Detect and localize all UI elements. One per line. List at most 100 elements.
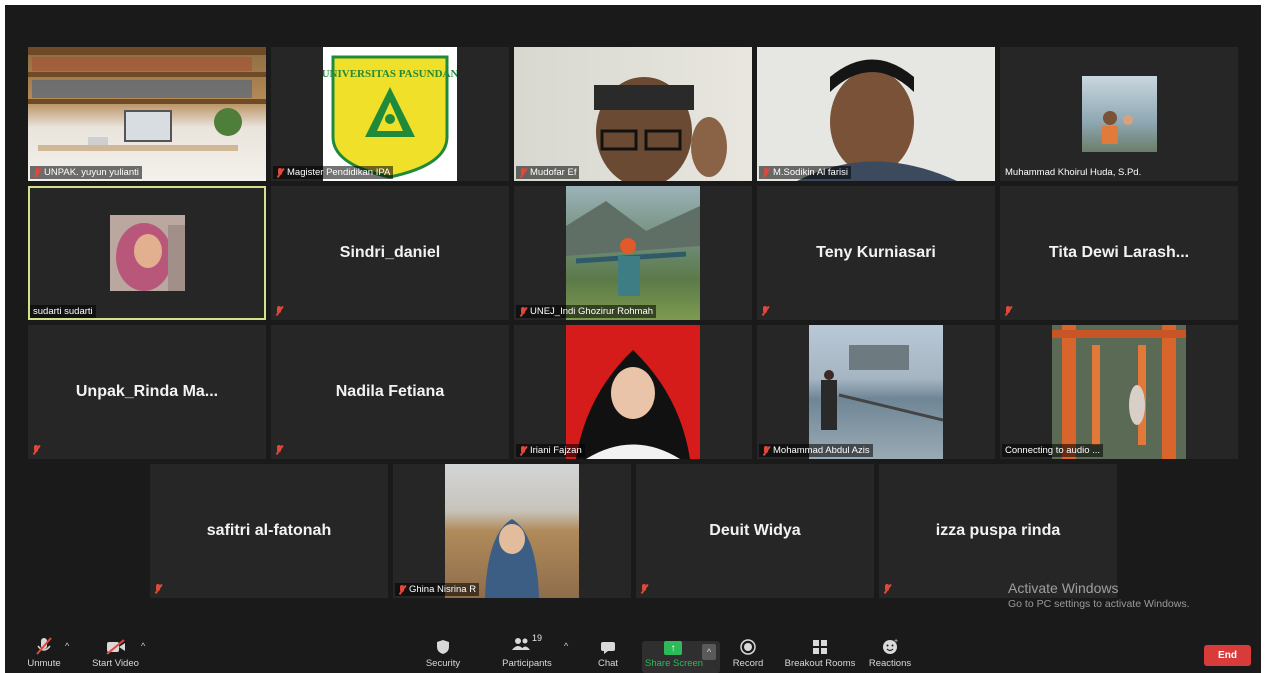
- microphone-muted-icon: [33, 167, 41, 178]
- chat-icon: [593, 633, 623, 655]
- participants-options-chevron-icon[interactable]: ^: [564, 641, 568, 651]
- participant-tile[interactable]: izza puspa rinda: [879, 464, 1117, 598]
- participant-name-label: Magister Pendidikan IPA: [273, 166, 394, 179]
- participant-tile[interactable]: UNPAK. yuyun yulianti: [28, 47, 266, 181]
- participant-name: Deuit Widya: [709, 522, 801, 539]
- person-video: [594, 77, 727, 181]
- participant-name-label: Mohammad Abdul Azis: [759, 444, 873, 457]
- person-photo: [821, 345, 943, 430]
- participant-name: Sindri_daniel: [339, 244, 441, 261]
- microphone-muted-icon: [762, 167, 770, 178]
- profile-picture: UNIVERSITAS PASUNDAN: [323, 47, 457, 181]
- person-photo: [485, 519, 539, 598]
- participant-name: izza puspa rinda: [935, 522, 1061, 539]
- video-feed: [514, 47, 752, 181]
- microphone-muted-icon: [640, 584, 648, 594]
- participant-tile[interactable]: Deuit Widya: [636, 464, 874, 598]
- profile-picture: [566, 325, 700, 459]
- microphone-muted-icon: [276, 167, 284, 178]
- participant-tile[interactable]: Unpak_Rinda Ma...: [28, 325, 266, 459]
- participant-name: Teny Kurniasari: [816, 244, 936, 261]
- end-meeting-button[interactable]: End: [1204, 645, 1251, 666]
- participant-tile[interactable]: Nadila Fetiana: [271, 325, 509, 459]
- participants-icon: 19: [499, 633, 555, 655]
- video-feed: [28, 47, 266, 181]
- profile-picture: [566, 186, 700, 320]
- microphone-muted-icon: [275, 445, 283, 455]
- microphone-muted-icon: [519, 167, 527, 178]
- share-screen-options-chevron-icon[interactable]: ^: [702, 644, 716, 660]
- microphone-muted-icon: [398, 584, 406, 595]
- profile-picture: [445, 464, 579, 598]
- participants-count: 19: [531, 633, 542, 643]
- participant-name-label: Mudofar Ef: [516, 166, 580, 179]
- zoom-meeting-window: UNPAK. yuyun yulianti UNIVERSITAS PASUND…: [5, 5, 1261, 673]
- microphone-muted-icon: [19, 633, 69, 655]
- record-button[interactable]: Record: [729, 633, 767, 673]
- person-photo: [566, 201, 700, 296]
- profile-picture: [1052, 325, 1186, 459]
- audio-options-chevron-icon[interactable]: ^: [65, 641, 69, 651]
- person-photo: [1102, 111, 1133, 144]
- participant-tile[interactable]: Teny Kurniasari: [757, 186, 995, 320]
- participants-button[interactable]: 19 Participants: [499, 633, 555, 673]
- participant-tile[interactable]: Mudofar Ef: [514, 47, 752, 181]
- person-photo: [576, 350, 690, 459]
- participant-name: Nadila Fetiana: [335, 383, 445, 400]
- breakout-rooms-icon: [783, 633, 857, 655]
- participant-name-label: Ghina Nisrina R: [395, 583, 480, 596]
- video-options-chevron-icon[interactable]: ^: [141, 641, 145, 651]
- video-off-icon: [88, 633, 143, 655]
- microphone-muted-icon: [1004, 306, 1012, 316]
- security-button[interactable]: Security: [421, 633, 465, 673]
- participant-tile[interactable]: Muhammad Khoirul Huda, S.Pd.: [1000, 47, 1238, 181]
- participant-tile-active-speaker[interactable]: sudarti sudarti: [28, 186, 266, 320]
- share-screen-icon: ↑: [664, 641, 682, 655]
- participant-tile[interactable]: UNEJ_Indi Ghozirur Rohmah: [514, 186, 752, 320]
- participant-name-label: UNEJ_Indi Ghozirur Rohmah: [516, 305, 657, 318]
- participant-tile[interactable]: Ghina Nisrina R: [393, 464, 631, 598]
- profile-picture: [110, 215, 185, 291]
- participant-name-label: Iriani Fajzan: [516, 444, 585, 457]
- participant-name-label: UNPAK. yuyun yulianti: [30, 166, 142, 179]
- participant-tile[interactable]: Connecting to audio ...: [1000, 325, 1238, 459]
- reactions-button[interactable]: + Reactions: [867, 633, 913, 673]
- video-feed: [757, 47, 995, 181]
- profile-picture: [1082, 76, 1157, 152]
- record-icon: [729, 633, 767, 655]
- participant-tile[interactable]: Iriani Fajzan: [514, 325, 752, 459]
- participant-name-label: Connecting to audio ...: [1002, 444, 1104, 457]
- microphone-muted-icon: [275, 306, 283, 316]
- breakout-rooms-button[interactable]: Breakout Rooms: [783, 633, 857, 673]
- reactions-icon: +: [867, 633, 913, 655]
- university-logo: UNIVERSITAS PASUNDAN: [323, 55, 457, 179]
- share-screen-button[interactable]: ↑ Share Screen: [645, 633, 703, 673]
- participant-name: safitri al-fatonah: [206, 522, 332, 539]
- meeting-toolbar: Unmute ^ Start Video ^ Security 19 Parti…: [5, 633, 1261, 673]
- participant-name: Unpak_Rinda Ma...: [75, 383, 219, 400]
- participant-name-label: sudarti sudarti: [30, 305, 96, 318]
- svg-text:UNIVERSITAS PASUNDAN: UNIVERSITAS PASUNDAN: [323, 68, 457, 80]
- svg-text:+: +: [894, 638, 898, 645]
- participant-tile[interactable]: Sindri_daniel: [271, 186, 509, 320]
- participant-tile[interactable]: Mohammad Abdul Azis: [757, 325, 995, 459]
- participant-tile[interactable]: safitri al-fatonah: [150, 464, 388, 598]
- participant-name-label: M.Sodikin Al farisi: [759, 166, 851, 179]
- participant-tile[interactable]: M.Sodikin Al farisi: [757, 47, 995, 181]
- unmute-button[interactable]: Unmute: [19, 633, 69, 673]
- participant-tile[interactable]: UNIVERSITAS PASUNDAN Magister Pendidikan…: [271, 47, 509, 181]
- windows-activation-watermark: Activate Windows Go to PC settings to ac…: [1008, 580, 1190, 610]
- person-video: [797, 59, 957, 181]
- participant-tile[interactable]: Tita Dewi Larash...: [1000, 186, 1238, 320]
- start-video-button[interactable]: Start Video: [88, 633, 143, 673]
- participant-name-label: Muhammad Khoirul Huda, S.Pd.: [1005, 167, 1142, 178]
- microphone-muted-icon: [762, 445, 770, 456]
- person-photo: [1052, 325, 1186, 459]
- microphone-muted-icon: [761, 306, 769, 316]
- person-photo: [116, 223, 185, 291]
- microphone-muted-icon: [519, 306, 527, 317]
- microphone-muted-icon: [154, 584, 162, 594]
- chat-button[interactable]: Chat: [593, 633, 623, 673]
- microphone-muted-icon: [32, 445, 40, 455]
- microphone-muted-icon: [519, 445, 527, 456]
